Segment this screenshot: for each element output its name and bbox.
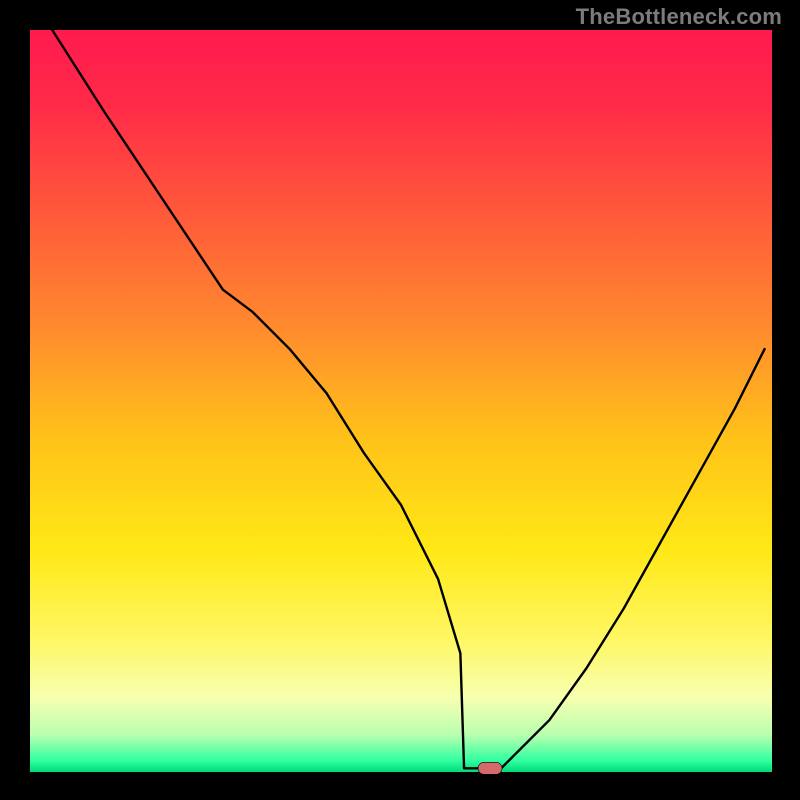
optimum-marker	[478, 762, 502, 774]
plot-background	[30, 30, 772, 772]
chart-svg	[0, 0, 800, 800]
watermark-text: TheBottleneck.com	[576, 4, 782, 30]
bottleneck-chart: TheBottleneck.com	[0, 0, 800, 800]
